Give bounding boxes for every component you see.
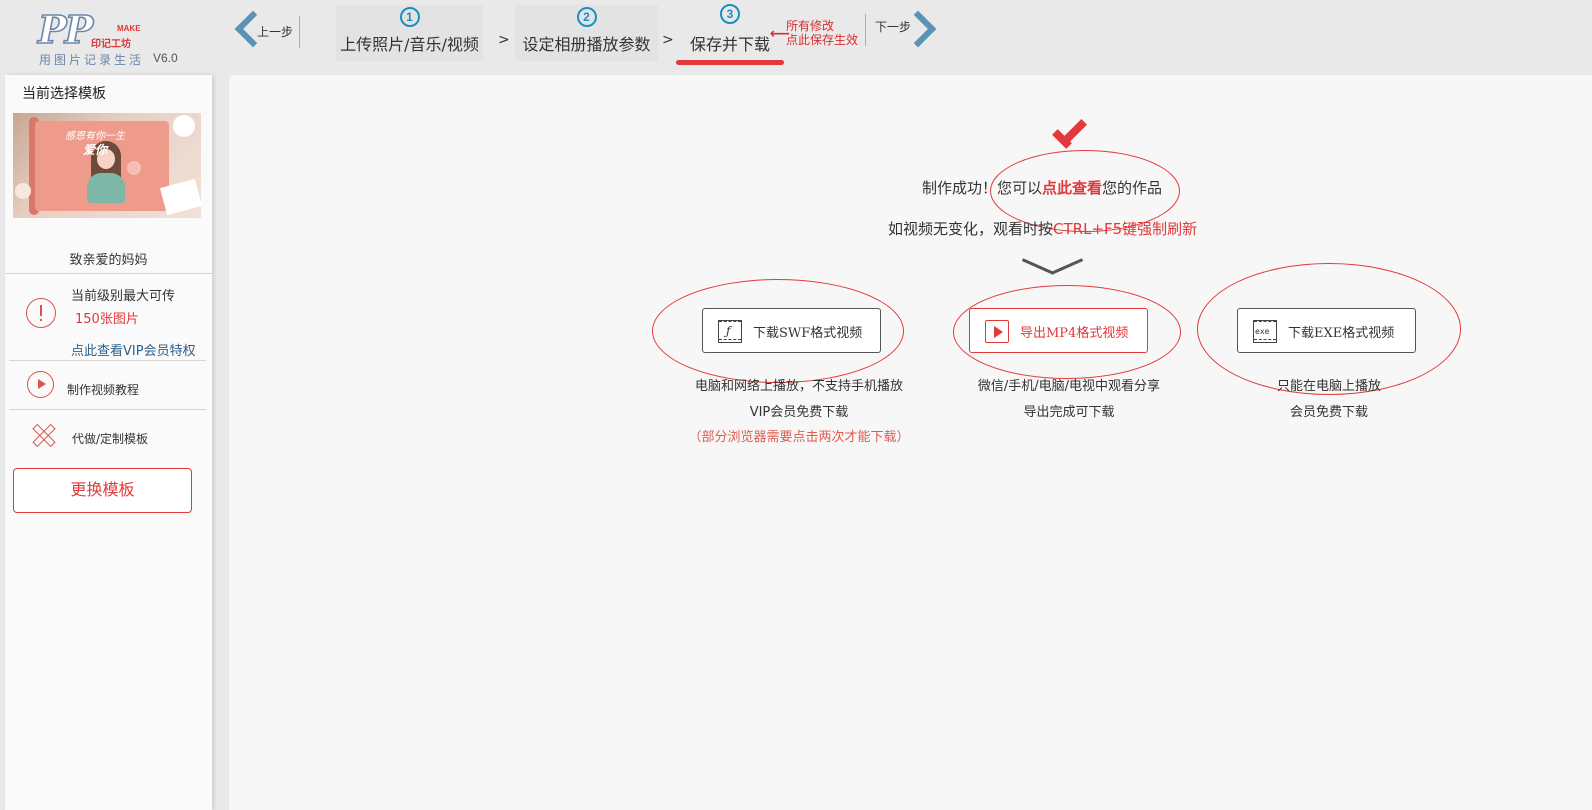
template-name: 致亲爱的妈妈 xyxy=(69,253,148,268)
figure-dress xyxy=(87,173,125,203)
logo-mark: PP xyxy=(37,7,94,52)
refresh-key: CTRL+F5键强制刷新 xyxy=(1053,220,1198,238)
custom-template-label: 代做/定制模板 xyxy=(72,432,149,446)
play-circle-icon xyxy=(27,371,54,398)
step-number: 1 xyxy=(399,7,420,27)
divider xyxy=(9,360,206,361)
flash-glyph: ƒ xyxy=(726,324,731,338)
main-panel: 制作成功！您可以点此查看您的作品 如视频无变化，观看时按CTRL+F5键强制刷新… xyxy=(229,75,1592,810)
save-hint-line2: 点此保存生效 xyxy=(786,33,859,47)
export-mp4-button[interactable]: 导出MP4格式视频 xyxy=(969,308,1148,353)
pencil-ruler-icon xyxy=(27,420,57,450)
step-label: 上传照片/音乐/视频 xyxy=(340,35,479,54)
step-upload[interactable]: 1 上传照片/音乐/视频 xyxy=(336,5,483,61)
vip-privileges-link[interactable]: 点此查看VIP会员特权 xyxy=(71,340,196,359)
download-exe-button[interactable]: exe 下载EXE格式视频 xyxy=(1237,308,1416,353)
prev-step-label: 上一步 xyxy=(257,25,294,39)
checkmark-stroke xyxy=(1062,118,1088,144)
exclamation-circle-icon xyxy=(26,298,56,328)
exe-film-icon: exe xyxy=(1253,320,1277,343)
download-exe-label: 下载EXE格式视频 xyxy=(1288,326,1395,341)
divider xyxy=(5,273,212,274)
step-separator: > xyxy=(662,32,674,48)
divider xyxy=(865,14,866,46)
film-strip xyxy=(1254,339,1276,342)
template-thumbnail[interactable]: 感恩有你一生 爱你 xyxy=(13,113,201,218)
checkmark-icon xyxy=(1052,118,1088,151)
flower-decoration xyxy=(15,183,31,199)
step-settings[interactable]: 2 设定相册播放参数 xyxy=(515,5,658,61)
flash-film-icon: ƒ xyxy=(718,320,742,343)
step-label: 保存并下载 xyxy=(689,35,770,54)
swf-desc-3: （部分浏览器需要点击两次才能下载） xyxy=(688,430,910,445)
tutorial-label: 制作视频教程 xyxy=(67,383,140,397)
exe-desc-2: 会员免费下载 xyxy=(1289,405,1368,420)
logo[interactable]: PP MAKE 印记工坊 用图片记录生活 V6.0 xyxy=(37,7,198,68)
export-mp4-label: 导出MP4格式视频 xyxy=(1020,326,1129,341)
step-separator: > xyxy=(498,32,510,48)
active-step-underline xyxy=(676,60,784,65)
refresh-hint: 如视频无变化，观看时按CTRL+F5键强制刷新 xyxy=(888,218,1197,239)
refresh-prefix: 如视频无变化，观看时按 xyxy=(888,220,1054,238)
save-hint: ⟵ 所有修改 点此保存生效 xyxy=(770,16,866,48)
chevron-right-icon xyxy=(899,10,937,48)
exe-glyph: exe xyxy=(1255,327,1270,336)
play-film-icon xyxy=(985,320,1009,343)
flower-decoration xyxy=(173,115,195,137)
chevron-stroke xyxy=(1050,258,1084,275)
header-bar: PP MAKE 印记工坊 用图片记录生活 V6.0 上一步 1 上传照片/音乐/… xyxy=(0,0,1592,74)
sidebar-title: 当前选择模板 xyxy=(22,86,106,102)
prev-step-button[interactable]: 上一步 xyxy=(232,10,304,50)
version-label: V6.0 xyxy=(153,51,178,65)
swf-desc-1: 电脑和网络上播放，不支持手机播放 xyxy=(694,379,903,394)
upload-limit-label: 当前级别最大可传 xyxy=(71,289,176,304)
next-step-button[interactable]: 下一步 xyxy=(865,10,945,50)
logo-brand: 印记工坊 xyxy=(91,39,131,50)
step-number: 2 xyxy=(576,7,597,27)
change-template-button[interactable]: 更换模板 xyxy=(13,468,192,513)
mp4-desc-2: 导出完成可下载 xyxy=(1023,405,1115,420)
logo-slogan: 用图片记录生活 xyxy=(39,53,145,67)
exe-desc-1: 只能在电脑上播放 xyxy=(1276,379,1381,394)
logo-make: MAKE xyxy=(117,24,141,33)
swf-desc-2: VIP会员免费下载 xyxy=(749,405,849,420)
flower-decoration xyxy=(127,161,141,175)
thumbnail-title-line1: 感恩有你一生 xyxy=(65,131,125,142)
film-strip xyxy=(1254,321,1276,324)
download-swf-label: 下载SWF格式视频 xyxy=(753,326,863,341)
divider xyxy=(9,409,206,410)
divider xyxy=(299,16,300,48)
step-label: 设定相册播放参数 xyxy=(522,35,651,54)
chevron-stroke xyxy=(1021,258,1055,275)
chevron-down-icon xyxy=(1021,257,1084,279)
thumbnail-title-line2: 爱你 xyxy=(83,143,108,157)
mp4-desc-1: 微信/手机/电脑/电视中观看分享 xyxy=(977,379,1161,394)
download-swf-button[interactable]: ƒ 下载SWF格式视频 xyxy=(702,308,881,353)
film-strip xyxy=(719,339,741,342)
step-save-download[interactable]: 3 保存并下载 xyxy=(676,4,784,65)
upload-limit-value: 150张图片 xyxy=(75,312,139,327)
sidebar: 当前选择模板 感恩有你一生 爱你 致亲爱的妈妈 当前级别最大可传 150张图片 … xyxy=(5,75,212,810)
step-number: 3 xyxy=(720,4,740,24)
